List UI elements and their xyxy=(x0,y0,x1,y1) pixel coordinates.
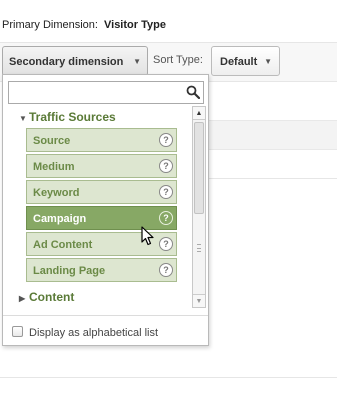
primary-dimension-label: Primary Dimension: xyxy=(2,19,98,31)
dimension-item-medium[interactable]: Medium ? xyxy=(26,154,177,178)
dimension-item-keyword[interactable]: Keyword ? xyxy=(26,180,177,204)
dimension-item-label: Campaign xyxy=(33,213,87,225)
table-header-band xyxy=(209,120,337,150)
search-icon[interactable] xyxy=(186,85,200,99)
alphabetical-checkbox-label[interactable]: Display as alphabetical list xyxy=(29,327,158,339)
primary-dimension-row: Primary Dimension: Visitor Type xyxy=(0,0,337,42)
group-label: Content xyxy=(29,290,75,304)
help-circle-icon[interactable]: ? xyxy=(159,133,173,147)
scroll-up-arrow-icon[interactable]: ▲ xyxy=(193,107,205,120)
help-circle-icon[interactable]: ? xyxy=(159,185,173,199)
divider xyxy=(0,377,337,378)
help-circle-icon[interactable]: ? xyxy=(159,211,173,225)
secondary-dimension-button[interactable]: Secondary dimension ▼ xyxy=(2,46,148,76)
dimension-item-label: Medium xyxy=(33,161,75,173)
dimension-item-label: Source xyxy=(33,135,71,147)
dimension-item-label: Ad Content xyxy=(33,239,93,251)
dimension-item-landing-page[interactable]: Landing Page ? xyxy=(26,258,177,282)
caret-down-icon: ▼ xyxy=(133,57,141,66)
sort-type-dropdown[interactable]: Default ▼ xyxy=(211,46,280,76)
triangle-down-icon: ▼ xyxy=(19,114,27,123)
help-circle-icon[interactable]: ? xyxy=(159,159,173,173)
dropdown-scrollbar[interactable]: ▲ ▼ xyxy=(192,106,206,308)
group-label: Traffic Sources xyxy=(29,110,116,124)
search-box xyxy=(8,81,204,104)
dimension-list: ▼ Traffic Sources Source ? Medium ? Keywo… xyxy=(8,107,194,307)
help-circle-icon[interactable]: ? xyxy=(159,237,173,251)
sort-type-label: Sort Type: xyxy=(153,54,203,66)
group-traffic-sources[interactable]: ▼ Traffic Sources xyxy=(19,110,116,124)
secondary-dimension-dropdown: ▼ Traffic Sources Source ? Medium ? Keywo… xyxy=(2,74,209,346)
scrollbar-grip-icon xyxy=(197,244,201,252)
alphabetical-checkbox[interactable] xyxy=(12,326,23,337)
help-circle-icon[interactable]: ? xyxy=(159,263,173,277)
mouse-pointer-icon xyxy=(141,226,154,246)
primary-dimension-value[interactable]: Visitor Type xyxy=(104,19,166,31)
dropdown-footer: Display as alphabetical list xyxy=(3,315,208,345)
dimension-item-source[interactable]: Source ? xyxy=(26,128,177,152)
secondary-dimension-label: Secondary dimension xyxy=(9,56,124,68)
caret-down-icon: ▼ xyxy=(264,57,272,66)
triangle-right-icon: ▶ xyxy=(19,294,26,303)
search-input[interactable] xyxy=(9,82,183,103)
divider xyxy=(209,178,337,179)
scrollbar-thumb[interactable] xyxy=(194,122,204,214)
group-content[interactable]: ▶ Content xyxy=(19,290,74,304)
dimension-item-label: Keyword xyxy=(33,187,80,199)
sort-type-value: Default xyxy=(220,56,258,68)
dimension-item-label: Landing Page xyxy=(33,265,106,277)
scroll-down-arrow-icon[interactable]: ▼ xyxy=(193,294,205,307)
